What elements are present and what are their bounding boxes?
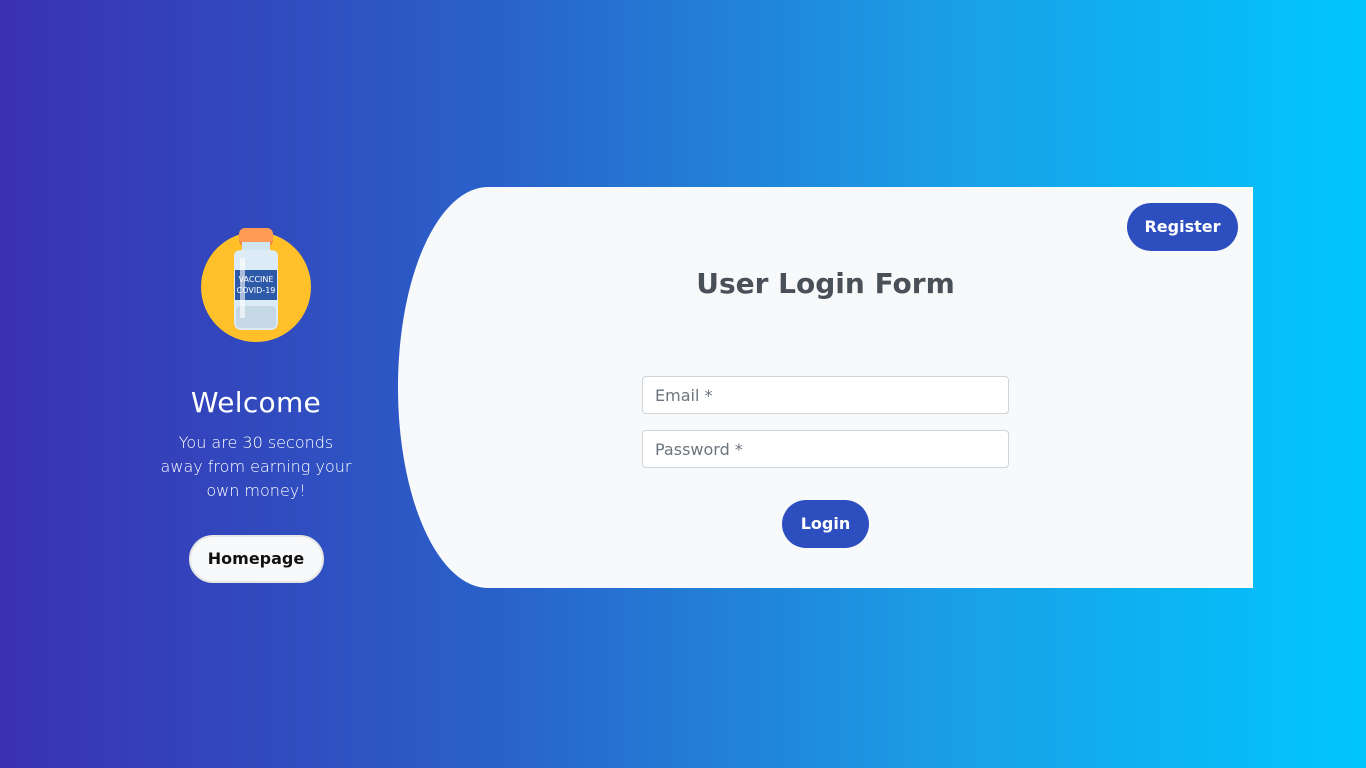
vaccine-bottle-icon: VACCINE COVID-19 (234, 228, 278, 330)
password-field[interactable] (642, 430, 1009, 468)
login-button[interactable]: Login (782, 500, 869, 548)
welcome-panel: VACCINE COVID-19 Welcome You are 30 seco… (130, 210, 382, 583)
login-card: Register User Login Form Login (398, 187, 1253, 588)
vaccine-logo: VACCINE COVID-19 (201, 228, 311, 342)
welcome-subtitle: You are 30 seconds away from earning you… (160, 433, 352, 500)
register-button[interactable]: Register (1127, 203, 1238, 251)
homepage-button[interactable]: Homepage (188, 535, 324, 583)
welcome-heading: Welcome (190, 386, 322, 419)
form-title: User Login Form (696, 267, 955, 300)
email-field[interactable] (642, 376, 1009, 414)
